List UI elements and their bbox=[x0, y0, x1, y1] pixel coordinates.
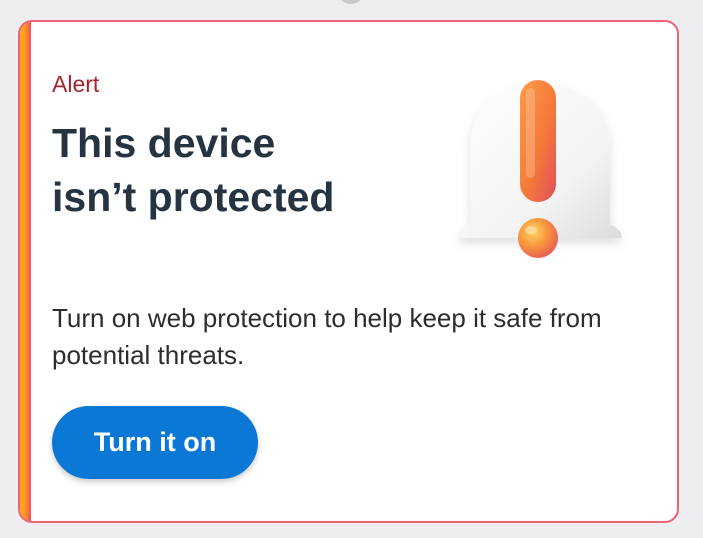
bell-exclamation-icon bbox=[458, 80, 622, 258]
exclamation-dot bbox=[518, 218, 558, 258]
app-frame: Alert This device isn’t protected Turn o… bbox=[0, 0, 703, 538]
exclamation-bar bbox=[520, 80, 556, 202]
card-accent-bar bbox=[20, 22, 31, 521]
alert-title: This device isn’t protected bbox=[52, 116, 412, 224]
alert-title-line-2: isn’t protected bbox=[52, 174, 335, 220]
alert-description: Turn on web protection to help keep it s… bbox=[52, 303, 602, 370]
alert-title-line-1: This device bbox=[52, 120, 276, 166]
alert-label: Alert bbox=[52, 71, 100, 97]
protection-alert-card: Alert This device isn’t protected Turn o… bbox=[18, 20, 679, 523]
turn-it-on-button[interactable]: Turn it on bbox=[52, 406, 258, 479]
top-notch bbox=[340, 0, 362, 4]
